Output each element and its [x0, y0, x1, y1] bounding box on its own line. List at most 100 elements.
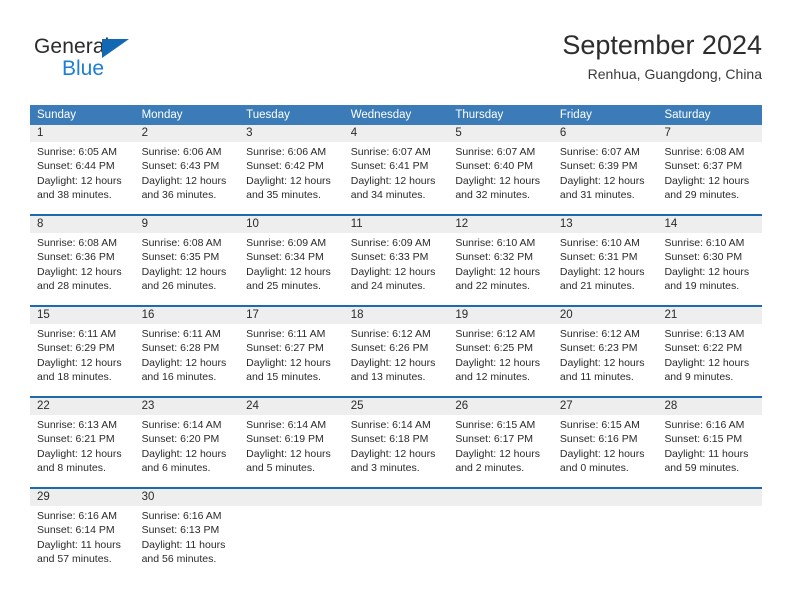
- day-number[interactable]: 6: [553, 125, 658, 142]
- day-number[interactable]: 16: [135, 307, 240, 324]
- day-cell[interactable]: Sunrise: 6:11 AM Sunset: 6:29 PM Daylight:…: [30, 324, 135, 396]
- day-daylight1-text: Daylight: 12 hours: [455, 447, 540, 460]
- day-daylight1-text: Daylight: 12 hours: [246, 265, 331, 278]
- day-number-band: 29 30: [30, 489, 762, 506]
- day-cell[interactable]: Sunrise: 6:10 AM Sunset: 6:30 PM Daylight:…: [657, 233, 762, 305]
- day-cell[interactable]: Sunrise: 6:07 AM Sunset: 6:39 PM Daylight:…: [553, 142, 658, 214]
- day-cell[interactable]: Sunrise: 6:07 AM Sunset: 6:41 PM Daylight:…: [344, 142, 449, 214]
- day-number[interactable]: 12: [448, 216, 553, 233]
- day-cell[interactable]: Sunrise: 6:05 AM Sunset: 6:44 PM Daylight:…: [30, 142, 135, 214]
- day-daylight1-text: Daylight: 12 hours: [455, 174, 540, 187]
- day-number[interactable]: 29: [30, 489, 135, 506]
- day-cell[interactable]: Sunrise: 6:12 AM Sunset: 6:26 PM Daylight:…: [344, 324, 449, 396]
- day-number[interactable]: 30: [135, 489, 240, 506]
- day-daylight1-text: Daylight: 11 hours: [141, 538, 226, 551]
- day-daylight2-text: and 12 minutes.: [455, 371, 531, 384]
- day-number[interactable]: 27: [553, 398, 658, 415]
- day-number[interactable]: 23: [135, 398, 240, 415]
- day-cell[interactable]: Sunrise: 6:16 AM Sunset: 6:14 PM Daylight:…: [30, 506, 135, 578]
- day-sunrise-text: Sunrise: 6:12 AM: [350, 328, 431, 340]
- day-cell[interactable]: Sunrise: 6:07 AM Sunset: 6:40 PM Daylight:…: [448, 142, 553, 214]
- day-number[interactable]: 14: [657, 216, 762, 233]
- day-cell[interactable]: Sunrise: 6:14 AM Sunset: 6:18 PM Daylight:…: [344, 415, 449, 487]
- day-cell[interactable]: Sunrise: 6:16 AM Sunset: 6:13 PM Daylight:…: [135, 506, 240, 578]
- day-number[interactable]: 8: [30, 216, 135, 233]
- day-cell[interactable]: Sunrise: 6:06 AM Sunset: 6:43 PM Daylight:…: [135, 142, 240, 214]
- day-sunset-text: Sunset: 6:23 PM: [559, 342, 638, 355]
- day-number[interactable]: 15: [30, 307, 135, 324]
- day-daylight2-text: and 13 minutes.: [350, 371, 426, 384]
- day-sunrise-text: Sunrise: 6:11 AM: [141, 328, 221, 340]
- page-subtitle: Renhua, Guangdong, China: [587, 66, 762, 82]
- day-sunrise-text: Sunrise: 6:13 AM: [664, 328, 745, 340]
- day-sunrise-text: Sunrise: 6:07 AM: [455, 146, 536, 158]
- day-number[interactable]: 1: [30, 125, 135, 142]
- day-daylight1-text: Daylight: 12 hours: [559, 265, 645, 278]
- day-daylight1-text: Daylight: 12 hours: [350, 174, 436, 187]
- day-cell[interactable]: Sunrise: 6:08 AM Sunset: 6:37 PM Daylight:…: [657, 142, 762, 214]
- day-daylight1-text: Daylight: 12 hours: [350, 265, 436, 278]
- day-number[interactable]: 22: [30, 398, 135, 415]
- day-cell-empty: [239, 506, 344, 578]
- day-number-band: 1234567: [30, 125, 762, 142]
- day-number[interactable]: 26: [448, 398, 553, 415]
- day-number[interactable]: 20: [553, 307, 658, 324]
- day-sunrise-text: Sunrise: 6:13 AM: [37, 419, 117, 431]
- day-number[interactable]: 25: [344, 398, 449, 415]
- day-cell[interactable]: Sunrise: 6:14 AM Sunset: 6:19 PM Daylight:…: [239, 415, 344, 487]
- day-cell[interactable]: Sunrise: 6:12 AM Sunset: 6:25 PM Daylight:…: [448, 324, 553, 396]
- day-cell[interactable]: Sunrise: 6:11 AM Sunset: 6:28 PM Daylight:…: [135, 324, 240, 396]
- day-sunset-text: Sunset: 6:19 PM: [246, 433, 324, 446]
- day-cell[interactable]: Sunrise: 6:09 AM Sunset: 6:34 PM Daylight:…: [239, 233, 344, 305]
- day-cell[interactable]: Sunrise: 6:11 AM Sunset: 6:27 PM Daylight:…: [239, 324, 344, 396]
- day-cell[interactable]: Sunrise: 6:10 AM Sunset: 6:31 PM Daylight:…: [553, 233, 658, 305]
- day-number[interactable]: 19: [448, 307, 553, 324]
- day-number[interactable]: 28: [657, 398, 762, 415]
- day-number[interactable]: 11: [344, 216, 449, 233]
- day-daylight2-text: and 19 minutes.: [664, 280, 740, 293]
- day-cell[interactable]: Sunrise: 6:09 AM Sunset: 6:33 PM Daylight:…: [344, 233, 449, 305]
- day-number-band: 15 16 17 18 19 20 21: [30, 307, 762, 324]
- day-daylight2-text: and 36 minutes.: [141, 189, 217, 202]
- day-sunset-text: Sunset: 6:34 PM: [246, 251, 324, 264]
- day-cell[interactable]: Sunrise: 6:08 AM Sunset: 6:36 PM Daylight:…: [30, 233, 135, 305]
- day-sunset-text: Sunset: 6:26 PM: [350, 342, 429, 355]
- day-number[interactable]: 3: [239, 125, 344, 142]
- weekday-monday: Monday: [141, 109, 183, 121]
- day-cell[interactable]: Sunrise: 6:15 AM Sunset: 6:17 PM Daylight:…: [448, 415, 553, 487]
- general-blue-logo[interactable]: General Blue: [34, 34, 174, 86]
- day-cell[interactable]: Sunrise: 6:13 AM Sunset: 6:22 PM Daylight:…: [657, 324, 762, 396]
- day-daylight2-text: and 15 minutes.: [246, 371, 321, 384]
- day-cell[interactable]: Sunrise: 6:13 AM Sunset: 6:21 PM Daylight:…: [30, 415, 135, 487]
- day-number[interactable]: 18: [344, 307, 449, 324]
- day-daylight1-text: Daylight: 12 hours: [246, 447, 331, 460]
- day-number[interactable]: 7: [657, 125, 762, 142]
- day-cell[interactable]: Sunrise: 6:06 AM Sunset: 6:42 PM Daylight:…: [239, 142, 344, 214]
- day-number[interactable]: 13: [553, 216, 658, 233]
- day-number[interactable]: 21: [657, 307, 762, 324]
- day-number[interactable]: 2: [135, 125, 240, 142]
- day-cell[interactable]: Sunrise: 6:14 AM Sunset: 6:20 PM Daylight:…: [135, 415, 240, 487]
- day-number[interactable]: 17: [239, 307, 344, 324]
- day-cell[interactable]: Sunrise: 6:16 AM Sunset: 6:15 PM Daylight:…: [657, 415, 762, 487]
- day-cell[interactable]: Sunrise: 6:10 AM Sunset: 6:32 PM Daylight:…: [448, 233, 553, 305]
- day-number[interactable]: 5: [448, 125, 553, 142]
- day-sunrise-text: Sunrise: 6:07 AM: [350, 146, 431, 158]
- day-daylight1-text: Daylight: 12 hours: [664, 356, 750, 369]
- day-number[interactable]: 4: [344, 125, 449, 142]
- day-cell-empty: [553, 506, 658, 578]
- calendar-week-row: 1 2 3 4 5 6 7 Sunrise: 6:05 AM Sunset: 6:44 PM Da…: [30, 125, 762, 214]
- day-cell[interactable]: Sunrise: 6:12 AM Sunset: 6:23 PM Daylight:…: [553, 324, 658, 396]
- day-cell[interactable]: Sunrise: 6:15 AM Sunset: 6:16 PM Daylight:…: [553, 415, 658, 487]
- day-daylight2-text: and 26 minutes.: [141, 280, 217, 293]
- day-cell[interactable]: Sunrise: 6:08 AM Sunset: 6:35 PM Daylight:…: [135, 233, 240, 305]
- day-sunrise-text: Sunrise: 6:10 AM: [559, 237, 640, 249]
- day-number-empty: [239, 489, 344, 506]
- day-number[interactable]: 10: [239, 216, 344, 233]
- day-daylight2-text: and 28 minutes.: [37, 280, 112, 293]
- day-number[interactable]: 9: [135, 216, 240, 233]
- day-daylight1-text: Daylight: 12 hours: [37, 447, 122, 460]
- weeks-container: 1 2 3 4 5 6 7 Sunrise: 6:05 AM Sunset: 6:44 PM Da…: [30, 125, 762, 578]
- logo-text-blue: Blue: [62, 57, 105, 80]
- day-number[interactable]: 24: [239, 398, 344, 415]
